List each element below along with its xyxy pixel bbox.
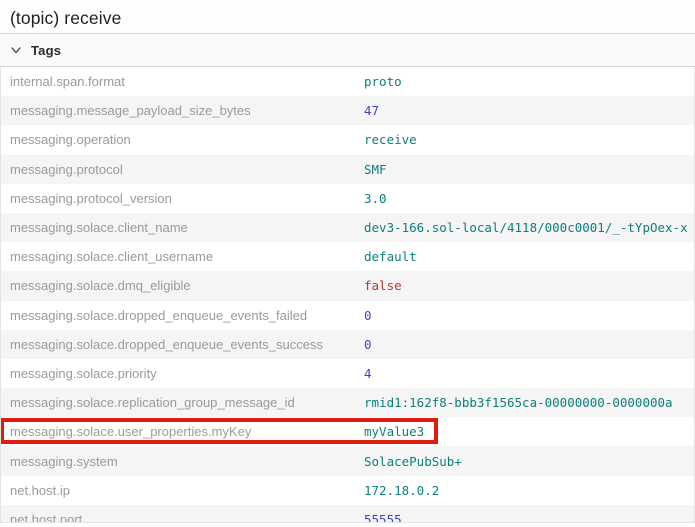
tag-value: myValue3 [364, 424, 424, 439]
tag-key: internal.span.format [10, 74, 364, 89]
tag-value: 3.0 [364, 191, 387, 206]
tag-value: 0 [364, 308, 372, 323]
tag-value: 47 [364, 103, 379, 118]
span-detail-header: (topic) receive [0, 0, 695, 34]
table-row: messaging.solace.dmq_eligible false [1, 271, 694, 300]
table-row: messaging.solace.priority 4 [1, 359, 694, 388]
table-row: messaging.operation receive [1, 125, 694, 154]
tags-table: internal.span.format proto messaging.mes… [0, 67, 695, 523]
chevron-down-icon [10, 44, 22, 56]
tags-section-label: Tags [31, 43, 61, 58]
tag-key: messaging.solace.client_username [10, 249, 364, 264]
tag-key: messaging.protocol_version [10, 191, 364, 206]
table-row: internal.span.format proto [1, 67, 694, 96]
tag-key: messaging.solace.dropped_enqueue_events_… [10, 337, 364, 352]
tag-value: 0 [364, 337, 372, 352]
tag-value: false [364, 278, 402, 293]
table-row: messaging.solace.dropped_enqueue_events_… [1, 330, 694, 359]
table-row: messaging.solace.client_name dev3-166.so… [1, 213, 694, 242]
table-row: messaging.solace.user_properties.myKey m… [1, 417, 694, 446]
tag-key: messaging.solace.dropped_enqueue_events_… [10, 308, 364, 323]
tag-value: proto [364, 74, 402, 89]
table-row: messaging.message_payload_size_bytes 47 [1, 96, 694, 125]
tag-key: messaging.solace.client_name [10, 220, 364, 235]
tag-value: SMF [364, 162, 387, 177]
table-row: net.host.ip 172.18.0.2 [1, 476, 694, 505]
tags-section-header[interactable]: Tags [0, 34, 695, 67]
tag-value: 172.18.0.2 [364, 483, 439, 498]
tag-key: net.host.ip [10, 483, 364, 498]
page-title: (topic) receive [10, 7, 685, 29]
tag-value: default [364, 249, 417, 264]
table-row: net.host.port 55555 [1, 505, 694, 523]
tag-key: messaging.operation [10, 132, 364, 147]
table-row: messaging.solace.replication_group_messa… [1, 388, 694, 417]
tag-value: dev3-166.sol-local/4118/000c0001/_-tYpOe… [364, 220, 688, 235]
table-row: messaging.solace.dropped_enqueue_events_… [1, 301, 694, 330]
tag-key: messaging.system [10, 454, 364, 469]
tag-value: 4 [364, 366, 372, 381]
tag-key: messaging.solace.replication_group_messa… [10, 395, 364, 410]
tag-key: messaging.solace.priority [10, 366, 364, 381]
tag-value: SolacePubSub+ [364, 454, 462, 469]
tag-value: rmid1:162f8-bbb3f1565ca-00000000-0000000… [364, 395, 673, 410]
tag-value: receive [364, 132, 417, 147]
tag-key: messaging.solace.dmq_eligible [10, 278, 364, 293]
table-row: messaging.system SolacePubSub+ [1, 446, 694, 475]
tag-key: net.host.port [10, 512, 364, 523]
tag-key: messaging.protocol [10, 162, 364, 177]
table-row: messaging.solace.client_username default [1, 242, 694, 271]
tag-value: 55555 [364, 512, 402, 523]
tag-key: messaging.solace.user_properties.myKey [10, 424, 364, 439]
tag-key: messaging.message_payload_size_bytes [10, 103, 364, 118]
table-row: messaging.protocol_version 3.0 [1, 184, 694, 213]
table-row: messaging.protocol SMF [1, 155, 694, 184]
